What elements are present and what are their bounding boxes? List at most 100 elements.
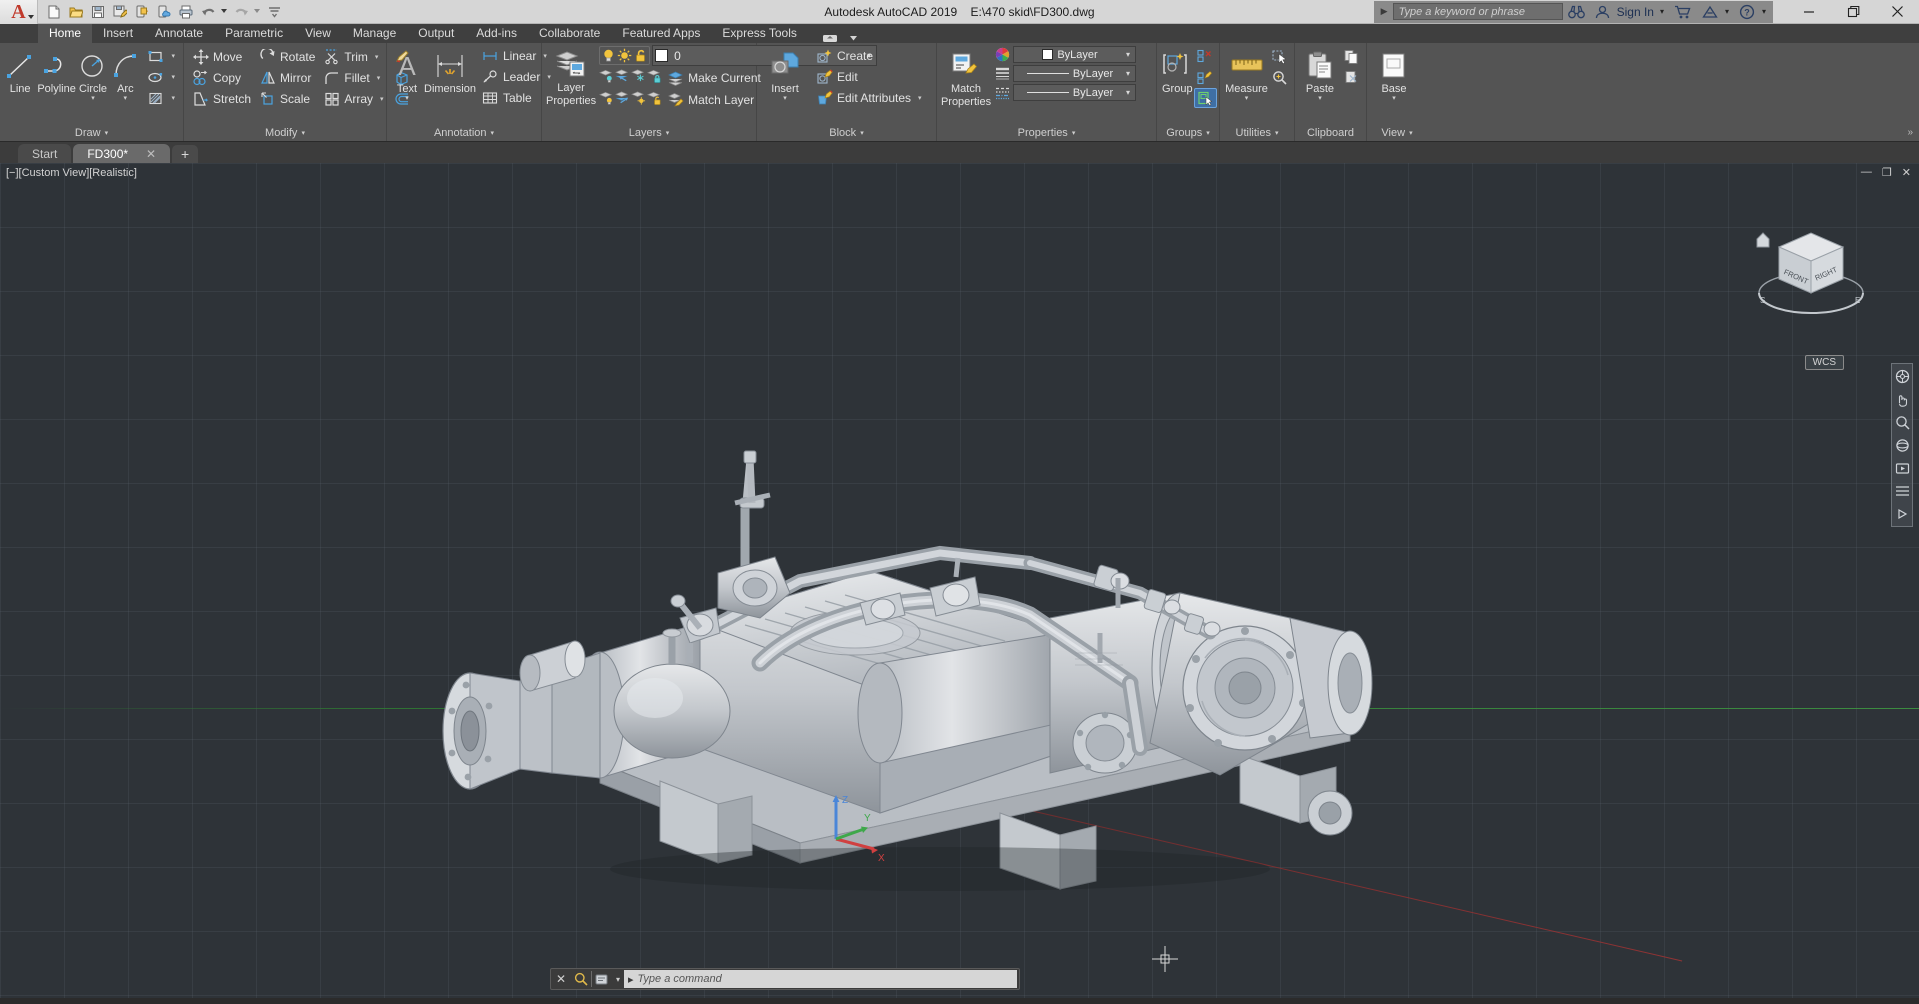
panel-properties-title[interactable]: Properties ▾ <box>937 126 1156 141</box>
panel-modify-caret-icon[interactable]: ▾ <box>301 126 305 141</box>
redo-icon[interactable] <box>231 2 251 22</box>
export-icon[interactable] <box>132 2 152 22</box>
modify-copy-button[interactable]: Copy <box>188 68 255 88</box>
paste-button[interactable]: Paste ▾ <box>1299 46 1341 102</box>
redo-caret-icon[interactable] <box>253 2 262 22</box>
autodesk-app-icon[interactable] <box>1697 5 1723 19</box>
customize-qat-icon[interactable] <box>264 2 284 22</box>
ungroup-button[interactable] <box>1194 46 1217 66</box>
command-line[interactable]: ✕ ▾ ▸ <box>550 968 1020 990</box>
tab-output[interactable]: Output <box>407 24 465 43</box>
viewcube[interactable]: S E FRONT RIGHT <box>1751 211 1871 331</box>
panel-layers-title[interactable]: Layers ▾ <box>542 126 756 141</box>
layer-on-bulb-icon[interactable] <box>601 48 616 63</box>
measure-button[interactable]: Measure ▾ <box>1224 46 1269 102</box>
cmd-history-caret-icon[interactable]: ▾ <box>612 975 624 984</box>
annotation-text-button[interactable]: A Text ▾ <box>391 46 423 103</box>
tab-insert[interactable]: Insert <box>92 24 144 43</box>
save-as-icon[interactable] <box>110 2 130 22</box>
block-edit-button[interactable]: Edit <box>812 67 926 87</box>
showmotion-icon[interactable] <box>1893 460 1911 476</box>
base-view-button[interactable]: Base ▾ <box>1371 46 1417 102</box>
nav-more-icon[interactable] <box>1893 483 1911 499</box>
tab-annotate[interactable]: Annotate <box>144 24 214 43</box>
linetype-icon[interactable] <box>995 85 1010 100</box>
cloud-icon[interactable] <box>154 2 174 22</box>
draw-circle-caret-icon[interactable]: ▾ <box>91 95 95 102</box>
open-icon[interactable] <box>66 2 86 22</box>
app-caret-icon[interactable]: ▾ <box>1723 7 1734 16</box>
panel-utilities-title[interactable]: Utilities ▾ <box>1220 126 1294 141</box>
paste-caret-icon[interactable]: ▾ <box>1318 95 1322 102</box>
shopping-cart-icon[interactable] <box>1669 5 1697 19</box>
minimize-button[interactable] <box>1787 0 1831 24</box>
modify-move-button[interactable]: Move <box>188 47 255 67</box>
viewport-close[interactable]: ✕ <box>1902 166 1911 179</box>
modify-fillet-button[interactable]: Fillet ▾ <box>319 68 387 88</box>
draw-ellipse-button[interactable]: ▾ <box>143 67 179 87</box>
draw-line-button[interactable]: Line <box>4 46 36 95</box>
draw-ellipse-caret-icon[interactable]: ▾ <box>171 73 175 81</box>
panel-annotation-title[interactable]: Annotation ▾ <box>387 126 541 141</box>
modify-mirror-button[interactable]: Mirror <box>255 68 319 88</box>
modify-scale-button[interactable]: Scale <box>255 89 319 109</box>
annotation-dimension-button[interactable]: Dimension <box>423 46 477 95</box>
cmd-search-icon[interactable] <box>571 972 591 986</box>
layer-lock-icon[interactable] <box>647 68 662 83</box>
panel-draw-title[interactable]: Draw ▾ <box>0 126 183 141</box>
panel-layers-caret-icon[interactable]: ▾ <box>666 126 670 141</box>
command-input-wrapper[interactable]: ▸ <box>624 970 1017 988</box>
workspace-switch-icon[interactable] <box>818 32 842 43</box>
group-button[interactable]: Group <box>1161 46 1194 95</box>
base-view-caret-icon[interactable]: ▾ <box>1392 95 1396 102</box>
modify-trim-caret-icon[interactable]: ▾ <box>375 53 379 61</box>
save-icon[interactable] <box>88 2 108 22</box>
ribbon-overflow-icon[interactable]: » <box>1907 127 1913 138</box>
close-button[interactable] <box>1875 0 1919 24</box>
tab-add-ins[interactable]: Add-ins <box>465 24 528 43</box>
block-insert-caret-icon[interactable]: ▾ <box>783 95 787 102</box>
panel-utilities-caret-icon[interactable]: ▾ <box>1275 126 1279 141</box>
help-caret-icon[interactable]: ▾ <box>1760 7 1771 16</box>
modify-fillet-caret-icon[interactable]: ▾ <box>377 74 381 82</box>
viewport-label[interactable]: [−][Custom View][Realistic] <box>6 167 137 179</box>
command-input[interactable] <box>637 973 1013 985</box>
panel-block-title[interactable]: Block ▾ <box>757 126 936 141</box>
drawing-tab-fd300[interactable]: FD300* ✕ <box>73 144 171 163</box>
drawing-tab-close-icon[interactable]: ✕ <box>146 147 156 161</box>
modify-stretch-button[interactable]: Stretch <box>188 89 255 109</box>
panel-block-caret-icon[interactable]: ▾ <box>860 126 864 141</box>
tab-collaborate[interactable]: Collaborate <box>528 24 611 43</box>
layer-turn-all-on-icon[interactable] <box>615 90 630 105</box>
tab-featured-apps[interactable]: Featured Apps <box>611 24 711 43</box>
viewport-minimize[interactable]: — <box>1861 166 1872 179</box>
maximize-button[interactable] <box>1831 0 1875 24</box>
panel-modify-title[interactable]: Modify ▾ <box>184 126 386 141</box>
panel-view-caret-icon[interactable]: ▾ <box>1409 126 1413 141</box>
modify-rotate-button[interactable]: Rotate <box>255 47 319 67</box>
annotation-text-caret-icon[interactable]: ▾ <box>405 95 409 102</box>
lineweight-icon[interactable] <box>995 66 1010 81</box>
quick-select-button[interactable] <box>1269 46 1290 66</box>
plot-icon[interactable] <box>176 2 196 22</box>
block-edit-attributes-button[interactable]: Edit Attributes ▾ <box>812 88 926 108</box>
panel-view-title[interactable]: View ▾ <box>1367 126 1427 141</box>
orbit-icon[interactable] <box>1893 437 1911 453</box>
modify-array-caret-icon[interactable]: ▾ <box>380 95 384 103</box>
undo-caret-icon[interactable] <box>220 2 229 22</box>
panel-groups-title[interactable]: Groups ▾ <box>1157 126 1219 141</box>
draw-hatch-button[interactable]: ▾ <box>143 88 179 108</box>
search-field[interactable] <box>1398 5 1557 18</box>
search-input[interactable] <box>1392 3 1563 20</box>
group-selection-on-button[interactable] <box>1193 88 1217 108</box>
panel-properties-caret-icon[interactable]: ▾ <box>1072 126 1076 141</box>
match-properties-button[interactable]: Match Properties <box>940 46 992 108</box>
layer-off-icon[interactable] <box>599 90 614 105</box>
color-wheel-icon[interactable] <box>995 47 1010 62</box>
autocad-logo-icon[interactable]: A <box>0 0 38 24</box>
ribbon-minimize-caret-icon[interactable] <box>846 34 862 42</box>
copy-clip-button[interactable] <box>1341 46 1362 66</box>
help-icon[interactable]: ? <box>1734 4 1760 20</box>
steering-wheel-icon[interactable] <box>1893 368 1911 384</box>
linetype-combo[interactable]: ByLayer ▾ <box>1013 84 1136 101</box>
